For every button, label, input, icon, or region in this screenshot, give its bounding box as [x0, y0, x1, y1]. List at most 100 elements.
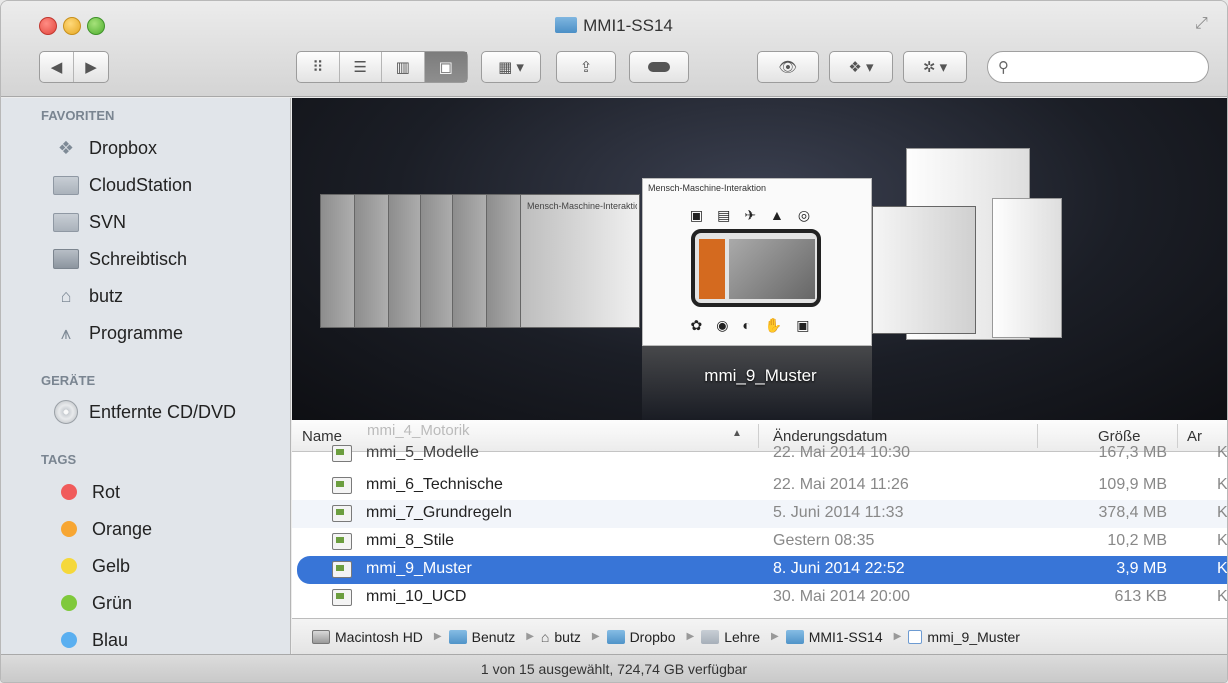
column-header-size[interactable]: Größe — [1098, 428, 1141, 445]
row-name: mmi_6_Technische — [366, 476, 503, 493]
sidebar-item-butz[interactable]: ⌂ butz — [53, 279, 123, 313]
share-button[interactable]: ⇪ — [556, 51, 616, 83]
sidebar: FAVORITEN ❖ Dropbox CloudStation SVN Sch… — [1, 98, 291, 654]
row-date: 30. Mai 2014 20:00 — [773, 588, 910, 605]
row-size: 3,9 MB — [1116, 560, 1167, 577]
document-icon — [332, 505, 352, 522]
document-icon — [332, 533, 352, 550]
sidebar-tag-gelb[interactable]: Gelb — [53, 549, 130, 583]
list-view-button[interactable]: ☰ — [340, 52, 382, 82]
back-forward-control: ◀ ▶ — [39, 51, 109, 83]
sidebar-item-label: Dropbox — [89, 137, 158, 158]
coverflow-card[interactable]: Mensch-Maschine-Interaktion — [520, 194, 640, 328]
coverflow-card[interactable] — [872, 206, 976, 334]
column-header-name[interactable]: Name — [302, 428, 342, 445]
sidebar-tag-orange[interactable]: Orange — [53, 512, 152, 546]
doc-icon-row: ▣▤✈▲◎ — [689, 207, 825, 223]
row-name: mmi_7_Grundregeln — [366, 504, 512, 521]
folder-icon — [701, 629, 720, 644]
sidebar-item-dropbox[interactable]: ❖ Dropbox — [53, 131, 157, 165]
column-header-date[interactable]: Änderungsdatum — [773, 428, 887, 445]
coverflow-preview[interactable]: Mensch-Maschine-Interaktion Mensch-Masch… — [292, 98, 1227, 420]
table-row[interactable]: mmi_6_Technische 22. Mai 2014 11:26 109,… — [292, 472, 1228, 500]
action-menu-button[interactable]: ✲ ▾ — [903, 51, 967, 83]
row-kind: Ko — [1217, 560, 1228, 577]
sidebar-item-label: Gelb — [92, 555, 131, 576]
tag-icon — [648, 62, 670, 72]
column-header-kind[interactable]: Ar — [1187, 428, 1202, 445]
path-crumb-butz[interactable]: ⌂ butz — [541, 629, 581, 645]
coverflow-current-card[interactable]: Mensch-Maschine-Interaktion ▣▤✈▲◎ ✿◉◐✋▣ — [642, 178, 872, 346]
list-ghost-row: mmi_4_Motorik — [367, 422, 470, 439]
fullscreen-icon[interactable]: ⤢ — [1195, 15, 1213, 33]
coverflow-doc-title: Mensch-Maschine-Interaktion — [648, 183, 767, 193]
path-crumb-macintosh-hd[interactable]: Macintosh HD — [312, 629, 423, 645]
folder-icon — [448, 629, 467, 644]
path-crumb-mmi-9-muster[interactable]: mmi_9_Muster — [908, 629, 1020, 645]
folder-icon — [606, 629, 625, 644]
back-button[interactable]: ◀ — [40, 52, 75, 82]
tag-color-dot — [61, 521, 77, 537]
sidebar-item-label: butz — [89, 285, 124, 306]
sidebar-item-cloudstation[interactable]: CloudStation — [53, 168, 192, 202]
sidebar-tag-blau[interactable]: Blau — [53, 623, 128, 657]
chevron-right-icon: ▶ — [85, 59, 97, 76]
path-crumb-lehre[interactable]: Lehre — [701, 629, 760, 645]
icon-view-button[interactable]: ⠿ — [297, 52, 340, 82]
path-crumb-label: butz — [554, 628, 581, 645]
table-row[interactable]: mmi_7_Grundregeln 5. Juni 2014 11:33 378… — [292, 500, 1227, 528]
row-size: 109,9 MB — [1098, 476, 1167, 493]
sidebar-item-programme[interactable]: ⩚ Programme — [53, 316, 183, 350]
path-crumb-label: mmi_9_Muster — [927, 628, 1020, 645]
sidebar-item-label: Programme — [89, 322, 184, 343]
path-separator-icon: ▶ — [433, 631, 442, 642]
coverflow-view-button[interactable]: ▣ — [424, 52, 467, 82]
sidebar-tag-rot[interactable]: Rot — [53, 475, 120, 509]
favorites-header: FAVORITEN — [41, 108, 115, 123]
table-row[interactable]: mmi_5_Modelle 22. Mai 2014 10:30 167,3 M… — [292, 444, 1228, 464]
finder-window: MMI1-SS14 ⤢ ◀ ▶ ⠿ ☰ ▥ ▣ ▦ ▾ ⇪ 👁 ❖ ▾ ✲ ▾ … — [0, 0, 1228, 683]
arrange-button[interactable]: ▦ ▾ — [481, 51, 541, 83]
row-size: 10,2 MB — [1107, 532, 1167, 549]
eye-icon: 👁 — [778, 59, 798, 76]
sidebar-item-schreibtisch[interactable]: Schreibtisch — [53, 242, 187, 276]
status-text: 1 von 15 ausgewählt, 724,74 GB verfügbar — [480, 661, 748, 677]
search-field[interactable]: ⚲ — [987, 51, 1209, 83]
path-crumb-label: Macintosh HD — [335, 628, 423, 645]
row-kind: Ko — [1217, 476, 1228, 493]
icon-view-icon: ⠿ — [312, 59, 324, 76]
path-crumb-label: Dropbo — [629, 628, 676, 645]
path-crumb-dropbox[interactable]: Dropbo — [606, 628, 676, 645]
path-crumb-benutzer[interactable]: Benutz — [448, 629, 515, 645]
path-separator-icon: ▶ — [686, 631, 695, 642]
path-crumb-mmi1-ss14[interactable]: MMI1-SS14 — [785, 629, 883, 645]
row-name: mmi_9_Muster — [366, 560, 472, 577]
search-input[interactable] — [1020, 56, 1200, 78]
status-bar: 1 von 15 ausgewählt, 724,74 GB verfügbar — [1, 654, 1227, 682]
row-kind: Ko — [1217, 444, 1228, 461]
path-separator-icon: ▶ — [771, 631, 779, 642]
quicklook-button[interactable]: 👁 — [757, 51, 819, 83]
dropbox-icon: ❖ — [57, 137, 75, 158]
path-separator-icon: ▶ — [591, 631, 600, 642]
dropbox-menu-button[interactable]: ❖ ▾ — [829, 51, 893, 83]
desktop-icon — [53, 248, 79, 270]
tag-button[interactable] — [629, 51, 689, 83]
table-row[interactable]: mmi_8_Stile Gestern 08:35 10,2 MB Ko — [292, 528, 1228, 556]
document-icon — [332, 445, 352, 462]
sidebar-item-remote-disc[interactable]: Entfernte CD/DVD — [53, 395, 236, 429]
sidebar-item-svn[interactable]: SVN — [53, 205, 126, 239]
sidebar-tag-gruen[interactable]: Grün — [53, 586, 132, 620]
coverflow-card[interactable] — [992, 198, 1062, 338]
forward-button[interactable]: ▶ — [74, 52, 108, 82]
row-size: 167,3 MB — [1098, 444, 1167, 461]
view-mode-control: ⠿ ☰ ▥ ▣ — [296, 51, 468, 83]
column-view-button[interactable]: ▥ — [382, 52, 425, 82]
row-date: 22. Mai 2014 10:30 — [773, 444, 910, 461]
file-list: mmi_4_Motorik Name ▲ Änderungsdatum Größ… — [292, 420, 1228, 618]
applications-icon: ⩚ — [60, 322, 72, 343]
table-row[interactable]: mmi_10_UCD 30. Mai 2014 20:00 613 KB Ko — [292, 584, 1227, 612]
row-kind: Ko — [1217, 532, 1228, 549]
search-icon: ⚲ — [998, 59, 1009, 76]
table-row-selected[interactable]: mmi_9_Muster 8. Juni 2014 22:52 3,9 MB K… — [297, 556, 1228, 584]
